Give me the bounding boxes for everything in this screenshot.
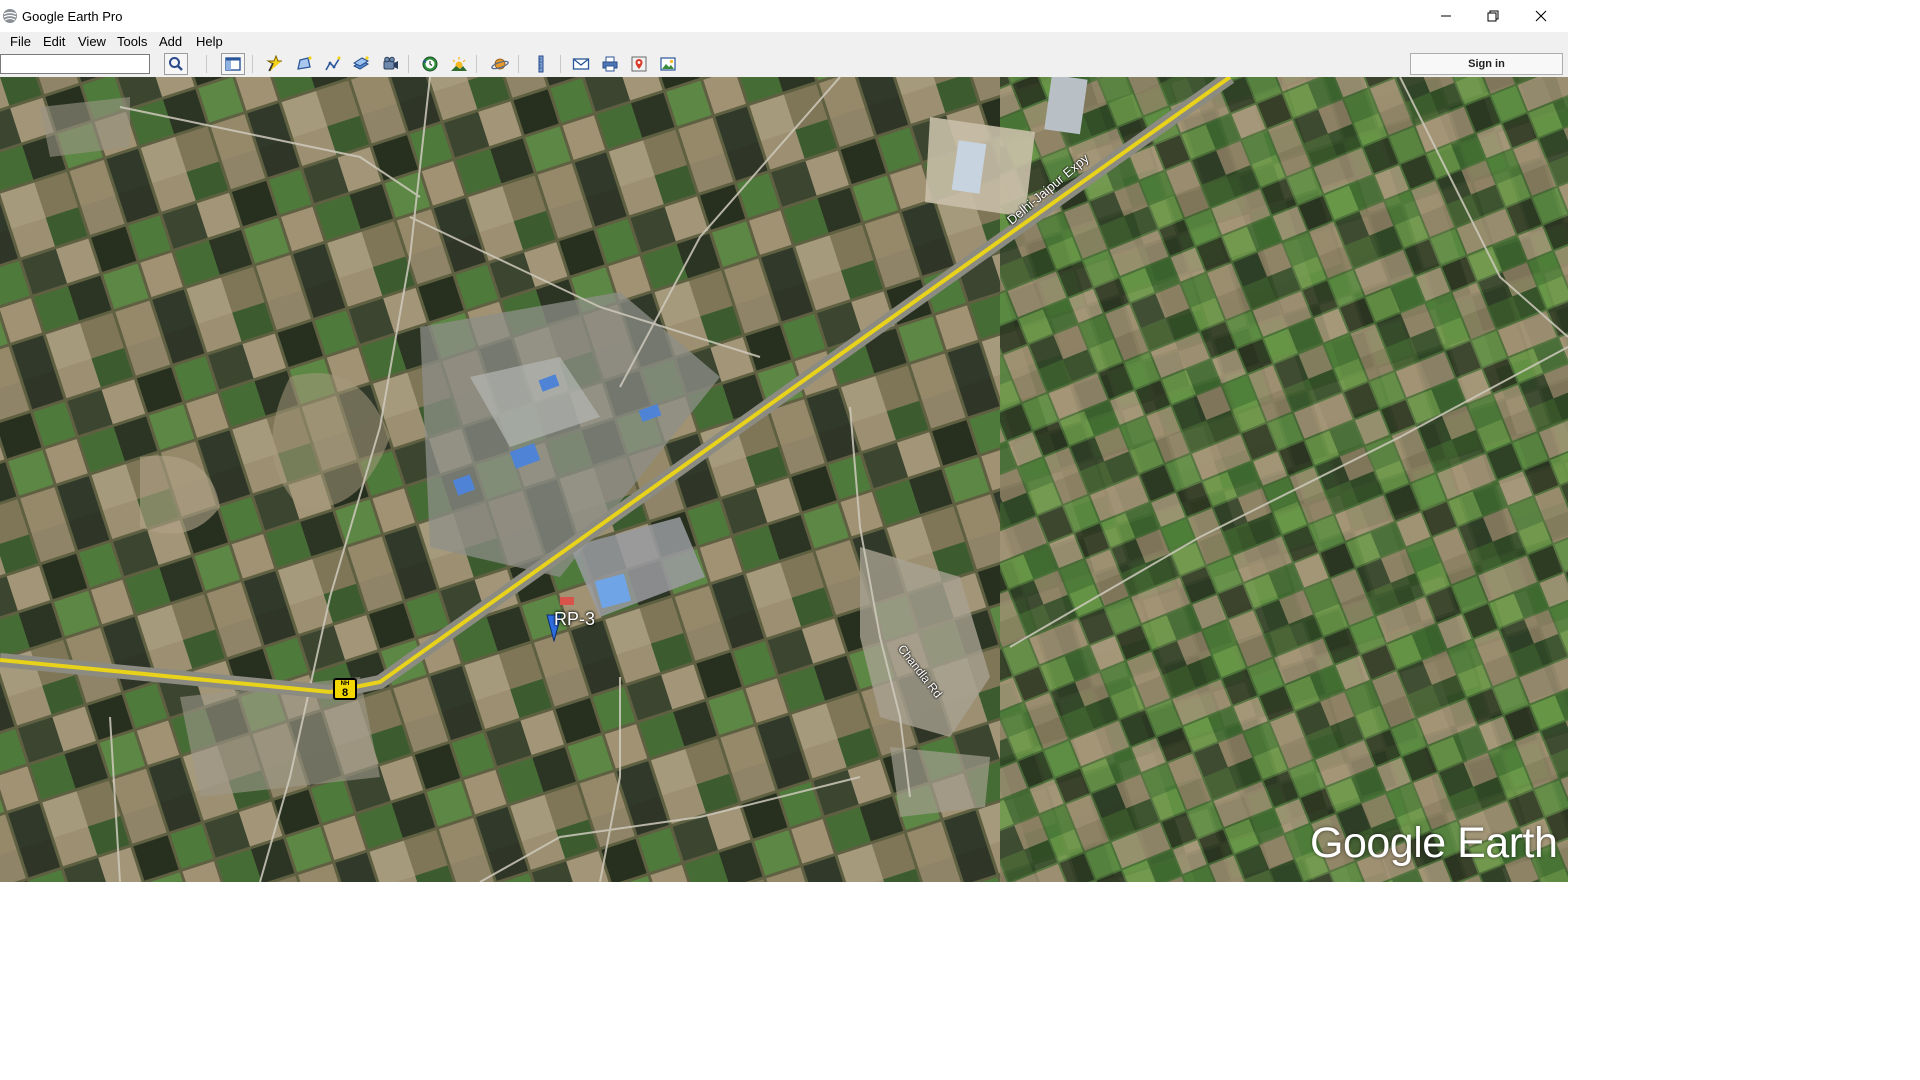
add-path-button[interactable] [321, 53, 345, 75]
ruler-button[interactable] [529, 53, 553, 75]
sunlight-icon [451, 57, 467, 71]
email-icon [572, 58, 590, 70]
toolbar-separator [476, 55, 477, 73]
add-polygon-button[interactable] [292, 53, 316, 75]
save-image-icon [660, 57, 676, 71]
menu-tools[interactable]: Tools [115, 33, 149, 50]
historical-imagery-button[interactable] [418, 53, 442, 75]
sidebar-toggle-button[interactable] [221, 53, 245, 75]
add-image-overlay-icon [352, 56, 370, 70]
add-placemark-icon [266, 55, 282, 72]
ruler-icon [538, 55, 544, 73]
highway-shield: NH 8 [333, 678, 357, 700]
view-in-google-maps-button[interactable] [627, 53, 651, 75]
menu-help[interactable]: Help [194, 33, 225, 50]
google-earth-watermark: Google Earth [1310, 819, 1558, 867]
add-image-overlay-button[interactable] [349, 53, 373, 75]
google-earth-globe-icon [3, 9, 17, 23]
toolbar: Sign in [0, 52, 1568, 78]
record-tour-icon [383, 56, 398, 70]
restore-button[interactable] [1470, 0, 1516, 32]
add-polygon-icon [297, 56, 312, 70]
sign-in-button[interactable]: Sign in [1410, 53, 1563, 75]
satellite-imagery [0, 77, 1568, 882]
toolbar-separator [518, 55, 519, 73]
save-image-button[interactable] [656, 53, 680, 75]
menu-view[interactable]: View [76, 33, 108, 50]
close-button[interactable] [1518, 0, 1564, 32]
toolbar-separator [206, 55, 207, 73]
placemark-label[interactable]: RP-3 [554, 609, 595, 630]
menu-edit[interactable]: Edit [41, 33, 67, 50]
planets-button[interactable] [488, 53, 512, 75]
map-view[interactable]: Delhi-Jaipur Expy Chandla Rd NH 8 RP-3 G… [0, 77, 1568, 882]
search-icon [169, 57, 183, 71]
record-tour-button[interactable] [379, 53, 403, 75]
window-title: Google Earth Pro [22, 9, 123, 24]
print-button[interactable] [598, 53, 622, 75]
google-earth-window: Google Earth Pro File Edit View Tools Ad… [0, 0, 1568, 882]
restore-icon [1487, 10, 1499, 22]
sunlight-button[interactable] [447, 53, 471, 75]
menu-bar: File Edit View Tools Add Help [0, 32, 1568, 52]
toolbar-separator [560, 55, 561, 73]
sidebar-toggle-icon [225, 57, 241, 71]
email-button[interactable] [569, 53, 593, 75]
add-path-icon [325, 56, 341, 71]
toolbar-separator [252, 55, 253, 73]
search-button[interactable] [164, 53, 188, 75]
close-icon [1535, 10, 1547, 22]
add-placemark-button[interactable] [262, 53, 286, 75]
toolbar-separator [408, 55, 409, 73]
menu-add[interactable]: Add [157, 33, 184, 50]
search-input[interactable] [0, 54, 150, 74]
print-icon [602, 56, 618, 72]
title-bar: Google Earth Pro [0, 0, 1568, 32]
shield-number: 8 [341, 687, 349, 699]
minimize-button[interactable] [1423, 0, 1469, 32]
planets-icon [491, 58, 509, 70]
historical-imagery-icon [422, 56, 438, 72]
minimize-icon [1441, 15, 1451, 17]
view-in-google-maps-icon [631, 56, 647, 72]
menu-file[interactable]: File [8, 33, 33, 50]
